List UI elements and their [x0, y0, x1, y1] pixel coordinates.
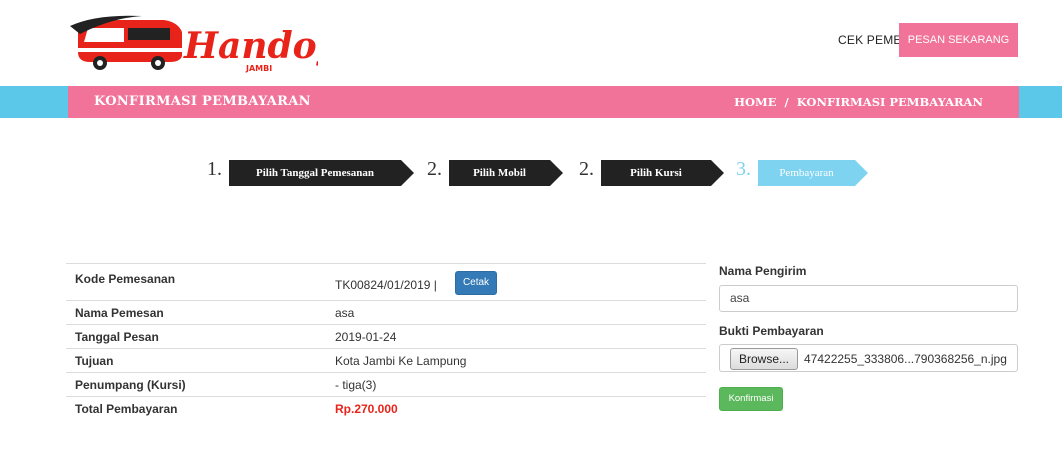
breadcrumb: HOME / KONFIRMASI PEMBAYARAN	[734, 95, 983, 109]
step-1-pilih-tanggal: Pilih Tanggal Pemesanan	[229, 160, 414, 186]
row-label: Penumpang (Kursi)	[75, 378, 186, 392]
pesan-sekarang-button[interactable]: PESAN SEKARANG	[899, 23, 1018, 57]
breadcrumb-current: KONFIRMASI PEMBAYARAN	[796, 95, 983, 109]
svg-text:JAMBI: JAMBI	[245, 64, 272, 73]
page-title: KONFIRMASI PEMBAYARAN	[94, 94, 311, 109]
bus-logo-icon: Handoyo JAMBI	[66, 8, 318, 80]
row-label: Total Pembayaran	[75, 402, 178, 416]
step-2-number: 2.	[427, 158, 442, 180]
row-label: Kode Pemesanan	[75, 272, 176, 286]
breadcrumb-home[interactable]: HOME	[734, 95, 776, 109]
row-value: - tiga(3)	[335, 378, 377, 392]
table-row: Nama Pemesan asa	[66, 300, 706, 324]
row-value: Kota Jambi Ke Lampung	[335, 354, 467, 368]
row-value-kode: TK00824/01/2019 |	[335, 278, 437, 292]
row-value: asa	[335, 306, 355, 320]
step-1-number: 1.	[207, 158, 222, 180]
brand-logo[interactable]: Handoyo JAMBI	[66, 8, 318, 80]
table-row: Tanggal Pesan 2019-01-24	[66, 324, 706, 348]
cetak-button[interactable]: Cetak	[455, 271, 497, 295]
step-4-pembayaran: Pembayaran	[758, 160, 868, 186]
step-2-pilih-mobil: Pilih Mobil	[449, 160, 563, 186]
row-label: Tanggal Pesan	[75, 330, 159, 344]
page-title-band: KONFIRMASI PEMBAYARAN HOME / KONFIRMASI PE…	[68, 86, 1019, 118]
table-row: Tujuan Kota Jambi Ke Lampung	[66, 348, 706, 372]
konfirmasi-button[interactable]: Konfirmasi	[719, 387, 783, 411]
booking-detail-table: Kode Pemesanan TK00824/01/2019 | Cetak N…	[66, 263, 706, 420]
browse-button[interactable]: Browse...	[730, 348, 798, 370]
proof-label: Bukti Pembayaran	[719, 324, 824, 338]
row-label: Nama Pemesan	[75, 306, 164, 320]
table-row: Total Pembayaran Rp.270.000	[66, 396, 706, 420]
sender-name-input[interactable]: asa	[719, 285, 1018, 312]
breadcrumb-separator: /	[784, 95, 789, 109]
row-value: 2019-01-24	[335, 330, 397, 344]
sender-label: Nama Pengirim	[719, 264, 807, 278]
selected-file-name: 47422255_333806...790368256_n.jpg	[804, 352, 1007, 366]
band-accent-left	[0, 86, 68, 118]
step-4-number: 3.	[736, 158, 751, 180]
payment-proof-file-input[interactable]: Browse... 47422255_333806...790368256_n.…	[719, 344, 1018, 372]
table-row: Kode Pemesanan TK00824/01/2019 | Cetak	[66, 263, 706, 300]
band-accent-right	[1019, 86, 1062, 118]
step-3-number: 2.	[579, 158, 594, 180]
table-row: Penumpang (Kursi) - tiga(3)	[66, 372, 706, 396]
svg-text:Handoyo: Handoyo	[183, 25, 318, 67]
step-3-pilih-kursi: Pilih Kursi	[601, 160, 724, 186]
total-amount: Rp.270.000	[335, 402, 398, 416]
row-label: Tujuan	[75, 354, 114, 368]
